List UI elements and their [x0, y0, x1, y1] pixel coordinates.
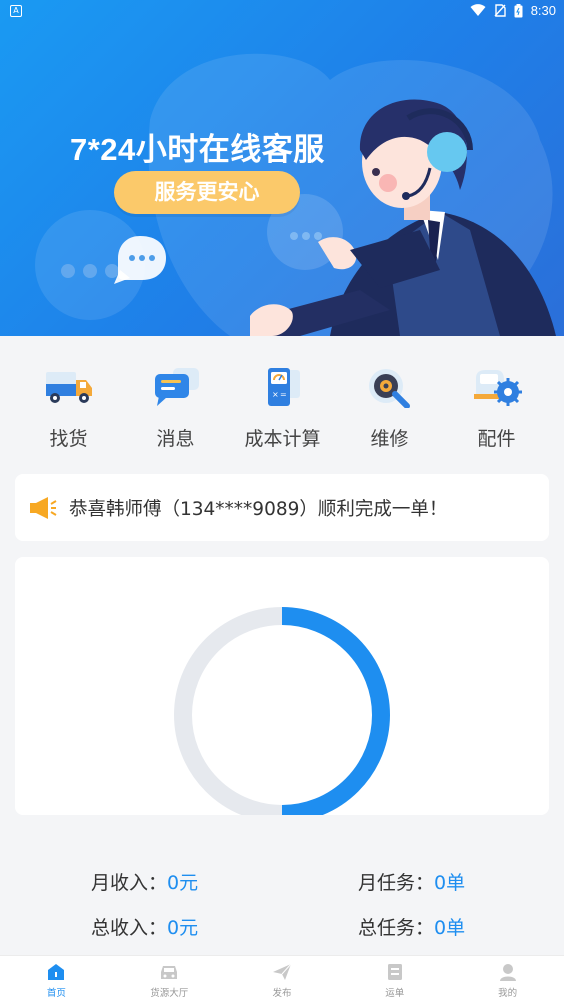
tab-profile[interactable]: 我的 — [451, 956, 564, 1002]
profile-icon — [499, 964, 516, 981]
status-bar: A 8:30 — [0, 0, 564, 24]
waybill-icon — [387, 964, 402, 980]
tab-label: 我的 — [498, 988, 518, 999]
donut-slice-0 — [281, 607, 390, 815]
tab-publish[interactable]: 发布 — [226, 956, 339, 1002]
total-income-label: 总收入： — [91, 917, 168, 939]
svg-text:=: = — [280, 390, 287, 399]
month-income-value: 0元 — [167, 872, 199, 894]
no-sim-icon — [494, 4, 506, 17]
bottom-tab-bar: 首页 货源大厅 发布 运单 我的 — [0, 955, 564, 1002]
cargo-hall-icon — [161, 966, 178, 979]
tab-waybill[interactable]: 运单 — [338, 956, 451, 1002]
tab-home[interactable]: 首页 — [0, 956, 113, 1002]
menu-item-messages[interactable]: 消息 — [122, 336, 229, 466]
tab-label: 运单 — [385, 988, 405, 999]
quick-menu: 找货 消息 × = 成本计算 维修 配件 — [0, 336, 564, 466]
income-chart-card — [15, 557, 549, 815]
menu-item-repair[interactable]: 维修 — [336, 336, 443, 466]
menu-label: 维修 — [370, 428, 409, 450]
month-tasks-value: 0单 — [434, 872, 466, 894]
donut-slice-1 — [174, 607, 283, 815]
month-tasks-label: 月任务： — [358, 872, 435, 894]
status-time: 8:30 — [530, 3, 556, 18]
repair-icon — [368, 369, 410, 408]
home-icon — [48, 964, 65, 980]
menu-item-parts[interactable]: 配件 — [443, 336, 550, 466]
tab-label: 首页 — [46, 988, 66, 999]
menu-item-cost-calculator[interactable]: × = 成本计算 — [229, 336, 336, 466]
customer-service-banner[interactable]: 7*24小时在线客服 服务更安心 — [0, 0, 564, 336]
battery-icon — [514, 3, 523, 17]
total-income-value: 0元 — [167, 917, 199, 939]
wifi-icon — [470, 4, 486, 17]
menu-label: 消息 — [156, 428, 195, 450]
menu-label: 找货 — [49, 428, 88, 450]
truck-icon — [45, 372, 92, 403]
notification-a-icon: A — [10, 5, 22, 17]
banner-badge: 服务更安心 — [114, 171, 300, 214]
tab-cargo-hall[interactable]: 货源大厅 — [113, 956, 226, 1002]
send-icon — [272, 963, 292, 980]
total-tasks-label: 总任务： — [358, 917, 435, 939]
svg-text:×: × — [272, 390, 279, 399]
megaphone-icon — [30, 496, 57, 519]
menu-label: 配件 — [477, 428, 516, 450]
tab-label: 发布 — [272, 988, 292, 999]
message-icon — [154, 368, 199, 406]
calculator-icon: × = — [267, 368, 300, 406]
month-income-label: 月收入： — [91, 872, 168, 894]
total-income: 总收入：0元 — [91, 913, 198, 940]
banner-title: 7*24小时在线客服 — [70, 132, 325, 167]
notice-bar[interactable]: 恭喜韩师傅（134****9089）顺利完成一单！ — [15, 474, 549, 541]
month-tasks: 月任务：0单 — [358, 868, 465, 895]
notice-text: 恭喜韩师傅（134****9089）顺利完成一单！ — [69, 498, 448, 520]
total-tasks: 总任务：0单 — [358, 913, 465, 940]
donut-chart — [174, 607, 390, 815]
menu-label: 成本计算 — [244, 428, 321, 450]
month-income: 月收入：0元 — [91, 868, 198, 895]
tab-label: 货源大厅 — [150, 988, 189, 999]
menu-item-find-goods[interactable]: 找货 — [15, 336, 122, 466]
total-tasks-value: 0单 — [434, 917, 466, 939]
parts-icon — [473, 370, 522, 406]
